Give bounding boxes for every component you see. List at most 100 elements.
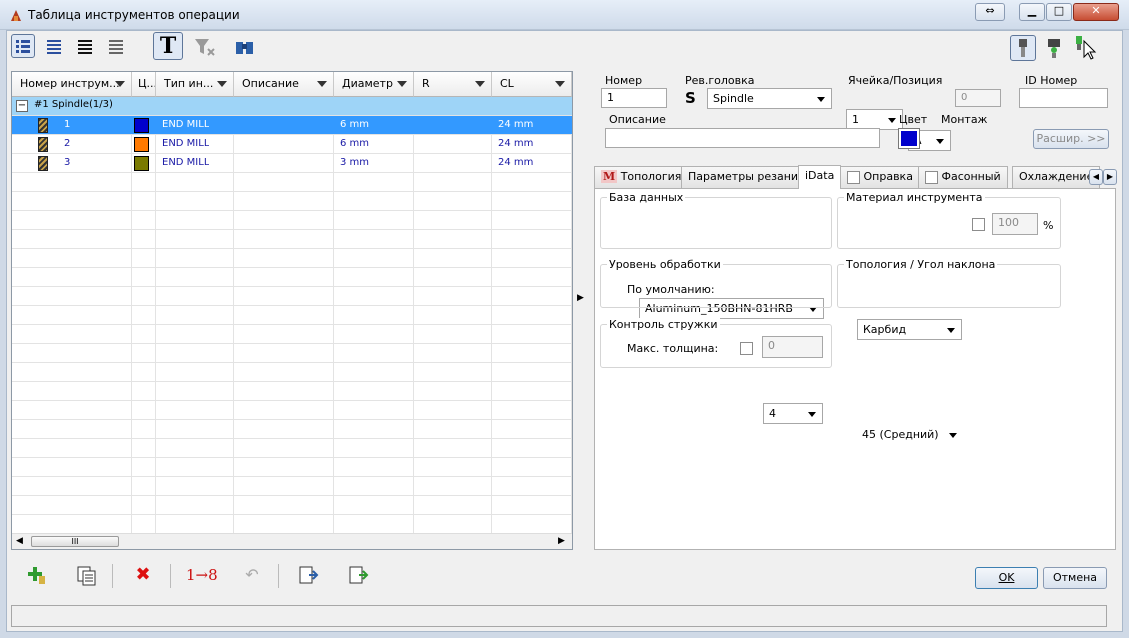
cancel-label: Отмена — [1052, 571, 1098, 584]
import-icon — [299, 566, 319, 584]
ok-button[interactable]: OK — [975, 567, 1038, 589]
cancel-button[interactable]: Отмена — [1043, 567, 1107, 589]
level-value: 4 — [769, 407, 776, 420]
description-label: Описание — [609, 113, 666, 126]
undo-button[interactable]: ↶ — [240, 563, 264, 587]
level-group-label: Уровень обработки — [607, 258, 723, 271]
expand-button[interactable]: Расшир. >> — [1033, 129, 1109, 149]
list-view-3-button[interactable] — [73, 34, 97, 58]
tab-cutting-params[interactable]: Параметры резания — [681, 166, 812, 188]
horizontal-scrollbar[interactable]: ◀ III ▶ — [12, 533, 572, 549]
id-input[interactable] — [1019, 88, 1108, 108]
list-view-2-button[interactable] — [42, 34, 66, 58]
table-row[interactable]: 2 END MILL 6 mm 24 mm — [12, 135, 572, 154]
tool-probe-icon — [1076, 36, 1097, 60]
group-row[interactable]: − #1 Spindle(1/3) — [12, 97, 572, 116]
mount-label: Монтаж — [941, 113, 988, 126]
add-tool-button[interactable] — [24, 563, 48, 587]
export-button[interactable] — [346, 563, 370, 587]
col-header-color[interactable]: Ц... — [132, 72, 156, 97]
expand-arrow-icon[interactable]: ▶ — [577, 293, 584, 303]
view-tool-green-button[interactable] — [1041, 35, 1067, 61]
copy-tool-button[interactable] — [74, 563, 98, 587]
col-header-cl[interactable]: CL — [492, 72, 572, 97]
add-tool-icon — [28, 567, 45, 584]
cell-diameter: 6 mm — [340, 119, 370, 130]
list-view-1-button[interactable] — [11, 34, 35, 58]
topology-angle-value: 45 (Средний) — [862, 428, 939, 441]
cell-diameter: 3 mm — [340, 157, 370, 168]
dropdown-arrow-icon — [808, 412, 816, 417]
percent-sign: % — [1043, 219, 1054, 232]
list-plain-icon — [109, 40, 123, 54]
tab-holder[interactable]: Оправка — [840, 166, 920, 188]
color-picker[interactable] — [898, 128, 920, 149]
topology-m-icon: M — [601, 170, 618, 183]
col-header-number[interactable]: Номер инструм... — [12, 72, 132, 97]
maximize-button[interactable]: □ — [1046, 3, 1072, 21]
import-button[interactable] — [296, 563, 320, 587]
tab-label: Топология — [620, 170, 682, 183]
col-label: Ц... — [138, 77, 156, 90]
splitter[interactable]: ▶ — [574, 71, 588, 550]
number-label: Номер — [605, 74, 643, 87]
tool-holder-icon — [1019, 39, 1027, 57]
binoculars-icon — [236, 42, 253, 54]
cell-number: 2 — [64, 138, 71, 149]
renumber-button[interactable]: 1→8 — [185, 563, 218, 587]
minimize-button[interactable]: ▁ — [1019, 3, 1045, 21]
cell-select[interactable]: 1 — [846, 109, 903, 130]
find-button[interactable] — [233, 35, 257, 59]
tab-scroll-left[interactable]: ◀ — [1089, 169, 1103, 185]
tool-probe-button[interactable] — [1073, 33, 1097, 61]
material-select[interactable]: Карбид — [857, 319, 962, 340]
description-input[interactable] — [605, 128, 880, 148]
material-percent-checkbox[interactable] — [972, 218, 985, 231]
restore-arrows-button[interactable]: ⇔ — [975, 3, 1005, 21]
chip-control-group-label: Контроль стружки — [607, 318, 720, 331]
end-mill-icon — [38, 137, 48, 152]
scroll-right-icon[interactable]: ▶ — [558, 536, 565, 546]
holder-tab-checkbox[interactable] — [847, 170, 860, 184]
tab-shaped[interactable]: Фасонный — [918, 166, 1008, 188]
scroll-thumb[interactable]: III — [31, 536, 119, 547]
list-view-4-button[interactable] — [104, 34, 128, 58]
scroll-left-icon[interactable]: ◀ — [16, 536, 23, 546]
number-input[interactable]: 1 — [601, 88, 667, 108]
dropdown-arrow-icon — [936, 139, 944, 144]
table-row[interactable]: 3 END MILL 3 mm 24 mm — [12, 154, 572, 173]
shaped-tab-checkbox[interactable] — [925, 170, 938, 184]
tab-label: Охлаждение — [1019, 170, 1094, 183]
cell-type: END MILL — [162, 119, 210, 130]
col-header-description[interactable]: Описание — [234, 72, 334, 97]
tab-cooling[interactable]: Охлаждение — [1012, 166, 1101, 188]
title-bar: Таблица инструментов операции ⇔ ▁ □ ✕ — [0, 0, 1129, 30]
spindle-s-icon: S — [685, 89, 696, 107]
sort-arrow-icon — [317, 81, 327, 87]
id-label: ID Номер — [1025, 74, 1078, 87]
tab-scroll-right[interactable]: ▶ — [1103, 169, 1117, 185]
database-group — [600, 197, 832, 249]
tab-topology[interactable]: M Топология — [594, 166, 689, 188]
turret-select[interactable]: Spindle — [707, 88, 832, 109]
group-label: #1 Spindle(1/3) — [34, 99, 113, 110]
chip-thickness-checkbox[interactable] — [740, 342, 753, 355]
minimize-icon: ▁ — [1027, 4, 1037, 17]
col-header-type[interactable]: Тип ин... — [156, 72, 234, 97]
tab-idata[interactable]: iData — [798, 165, 842, 189]
topology-angle-select[interactable]: 45 (Средний) — [857, 425, 963, 446]
clear-filter-button[interactable] — [192, 35, 216, 59]
col-header-diameter[interactable]: Диаметр — [334, 72, 414, 97]
view-tool-button[interactable] — [1010, 35, 1036, 61]
end-mill-icon — [38, 118, 48, 133]
table-row[interactable]: 1 END MILL 6 mm 24 mm — [12, 116, 572, 135]
col-label: Номер инструм... — [20, 77, 120, 90]
text-toggle-button[interactable]: T — [153, 32, 183, 60]
chip-thickness-label: Макс. толщина: — [627, 342, 719, 355]
delete-tool-button[interactable]: ✖ — [131, 563, 155, 587]
collapse-icon[interactable]: − — [16, 100, 28, 112]
col-header-r[interactable]: R — [414, 72, 492, 97]
end-mill-icon — [38, 156, 48, 171]
level-select[interactable]: 4 — [763, 403, 823, 424]
close-button[interactable]: ✕ — [1073, 3, 1119, 21]
